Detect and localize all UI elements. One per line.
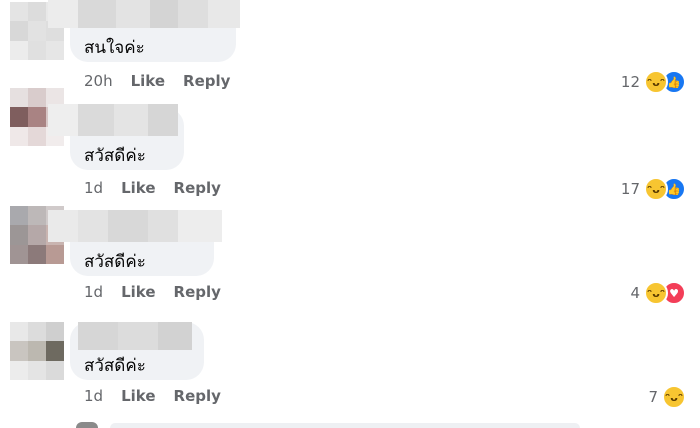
haha-icon: ᵔᴗᵔ (644, 177, 668, 201)
avatar (76, 422, 98, 428)
reply-button[interactable]: Reply (174, 283, 221, 301)
comment-timestamp[interactable]: 20h (84, 72, 113, 90)
comment-timestamp[interactable]: 1d (84, 179, 103, 197)
reply-button[interactable]: Reply (183, 72, 230, 90)
comment-bubble: สนใจค่ะ (48, 0, 240, 62)
next-comment-partial (0, 420, 700, 428)
like-button[interactable]: Like (121, 387, 155, 405)
reaction-summary[interactable]: 17 ᵔᴗᵔ 👍 (621, 177, 686, 201)
reaction-summary[interactable]: 12 ᵔᴗᵔ 👍 (621, 70, 686, 94)
like-button[interactable]: Like (131, 72, 165, 90)
reaction-summary[interactable]: 7 ᵔᴗᵔ (648, 385, 686, 409)
comment-actions: 1d Like Reply (84, 387, 221, 405)
comment-bubble: สวัสดีค่ะ (70, 322, 204, 380)
like-button[interactable]: Like (121, 179, 155, 197)
comment-actions: 1d Like Reply (84, 283, 221, 301)
haha-icon: ᵔᴗᵔ (644, 281, 668, 305)
reaction-count: 12 (620, 73, 640, 91)
comment-text: สวัสดีค่ะ (84, 146, 146, 166)
comment-text: สนใจค่ะ (84, 38, 145, 58)
comment-actions: 20h Like Reply (84, 72, 230, 90)
comment-timestamp[interactable]: 1d (84, 387, 103, 405)
comment-timestamp[interactable]: 1d (84, 283, 103, 301)
blurred-author-name[interactable] (78, 322, 192, 350)
comment-bubble: สวัสดีค่ะ (48, 104, 184, 170)
reaction-count: 7 (648, 388, 658, 406)
blurred-author-name[interactable] (48, 104, 178, 136)
like-button[interactable]: Like (121, 283, 155, 301)
haha-icon: ᵔᴗᵔ (662, 385, 686, 409)
reaction-count: 17 (620, 180, 640, 198)
blurred-author-name[interactable] (48, 210, 222, 242)
comment-text: สวัสดีค่ะ (84, 252, 146, 272)
blurred-author-name[interactable] (48, 0, 240, 28)
avatar[interactable] (10, 322, 64, 380)
comment-text: สวัสดีค่ะ (84, 356, 146, 376)
reaction-summary[interactable]: 4 ᵔᴗᵔ ♥ (630, 281, 686, 305)
reply-button[interactable]: Reply (174, 387, 221, 405)
haha-icon: ᵔᴗᵔ (644, 70, 668, 94)
comment-input-partial[interactable] (110, 423, 580, 428)
comment-bubble: สวัสดีค่ะ (48, 210, 222, 276)
reply-button[interactable]: Reply (174, 179, 221, 197)
comment-actions: 1d Like Reply (84, 179, 221, 197)
reaction-count: 4 (630, 284, 640, 302)
